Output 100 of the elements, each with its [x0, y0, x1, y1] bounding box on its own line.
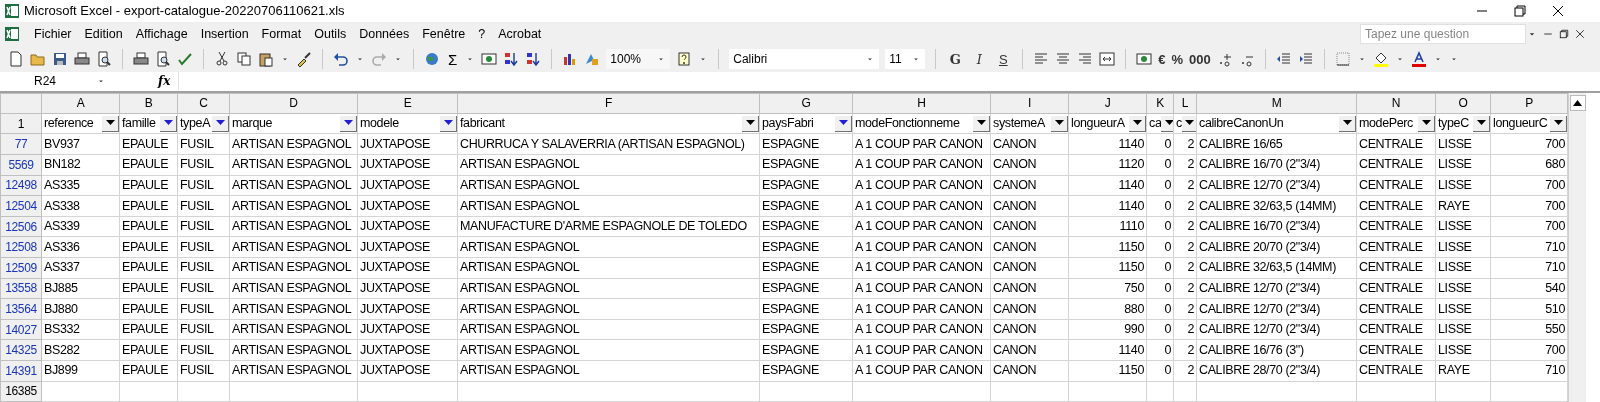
column-header[interactable]: G: [759, 93, 853, 114]
column-header[interactable]: J: [1068, 93, 1147, 114]
row-header[interactable]: 14325: [0, 339, 42, 361]
column-header[interactable]: P: [1490, 93, 1568, 114]
filter-dropdown-button[interactable]: [212, 115, 229, 132]
decrease-indent-icon[interactable]: [1275, 51, 1292, 67]
column-header[interactable]: I: [990, 93, 1069, 114]
bold-button[interactable]: G: [946, 52, 965, 66]
help-icon[interactable]: [676, 51, 693, 67]
menu-item[interactable]: Acrobat: [492, 22, 548, 46]
row-header[interactable]: 14391: [0, 360, 42, 382]
row-header[interactable]: 12504: [0, 195, 42, 217]
copy-icon[interactable]: [236, 51, 252, 67]
filter-dropdown-button[interactable]: [102, 115, 119, 132]
menu-item[interactable]: Outils: [308, 22, 353, 46]
undo-icon[interactable]: [333, 51, 349, 67]
row-header[interactable]: 12509: [0, 257, 42, 279]
column-header[interactable]: E: [357, 93, 458, 114]
font-size-dropdown[interactable]: 11: [885, 49, 926, 69]
function-button[interactable]: fx: [158, 72, 171, 90]
align-center-icon[interactable]: [1055, 51, 1072, 67]
save-icon[interactable]: [52, 51, 68, 67]
scroll-up-button[interactable]: [1569, 95, 1586, 111]
vertical-scrollbar[interactable]: [1568, 93, 1586, 402]
menu-item[interactable]: Edition: [78, 22, 129, 46]
row-header[interactable]: 12498: [0, 175, 42, 196]
filter-dropdown-button[interactable]: [1473, 115, 1490, 132]
column-header[interactable]: M: [1196, 93, 1357, 114]
filter-dropdown-button[interactable]: [160, 115, 177, 132]
align-right-icon[interactable]: [1077, 51, 1094, 67]
row-header[interactable]: 1: [0, 113, 42, 134]
close-icon[interactable]: [1550, 3, 1566, 19]
menu-item[interactable]: Données: [353, 22, 416, 46]
new-document-icon[interactable]: [8, 51, 24, 67]
filter-dropdown-button[interactable]: [1181, 115, 1196, 132]
globe-icon[interactable]: [424, 51, 440, 67]
name-box[interactable]: R24: [0, 72, 110, 90]
filter-dropdown-button[interactable]: [742, 115, 759, 132]
help-search-field[interactable]: Tapez une question: [1360, 24, 1526, 44]
currency-convert-icon[interactable]: [481, 51, 498, 67]
euro-button[interactable]: €: [1158, 52, 1166, 66]
autosum-button[interactable]: Σ: [446, 51, 460, 67]
font-dropdown[interactable]: Calibri: [729, 49, 880, 69]
italic-button[interactable]: I: [970, 52, 989, 66]
menu-item[interactable]: Affichage: [129, 22, 194, 46]
increase-indent-icon[interactable]: [1297, 51, 1314, 67]
filter-dropdown-button[interactable]: [1161, 115, 1173, 132]
row-header[interactable]: 16385: [0, 381, 42, 402]
menu-item[interactable]: ?: [472, 22, 492, 46]
row-header[interactable]: 13558: [0, 278, 42, 299]
align-left-icon[interactable]: [1033, 51, 1050, 67]
sort-ascending-icon[interactable]: [503, 51, 520, 67]
filter-dropdown-button[interactable]: [1550, 115, 1567, 132]
column-header[interactable]: O: [1435, 93, 1491, 114]
column-header[interactable]: B: [119, 93, 178, 114]
sort-descending-icon[interactable]: [525, 51, 542, 67]
restore-icon[interactable]: [1558, 28, 1570, 40]
row-header[interactable]: 12506: [0, 216, 42, 237]
borders-icon[interactable]: [1334, 51, 1351, 67]
print-preview-icon[interactable]: [155, 51, 171, 67]
filter-dropdown-button[interactable]: [973, 115, 990, 132]
filter-dropdown-button[interactable]: [1129, 115, 1146, 132]
column-header[interactable]: A: [41, 93, 120, 114]
workbook-icon[interactable]: [4, 26, 20, 42]
open-folder-icon[interactable]: [30, 51, 46, 67]
preview-icon[interactable]: [96, 51, 112, 67]
row-header[interactable]: 12508: [0, 236, 42, 258]
merge-center-icon[interactable]: [1099, 51, 1116, 67]
filter-dropdown-button[interactable]: [340, 115, 357, 132]
row-header[interactable]: 77: [0, 133, 42, 155]
spell-check-icon[interactable]: [177, 51, 193, 67]
row-header[interactable]: 5569: [0, 154, 42, 176]
filter-dropdown-button[interactable]: [1051, 115, 1068, 132]
menu-item[interactable]: Insertion: [194, 22, 255, 46]
filter-dropdown-button[interactable]: [1339, 115, 1356, 132]
clipboard-icon[interactable]: [258, 51, 274, 67]
scissors-icon[interactable]: [214, 51, 230, 67]
close-icon[interactable]: [1574, 28, 1586, 40]
font-color-icon[interactable]: [1410, 51, 1427, 67]
menu-item[interactable]: Fenêtre: [416, 22, 472, 46]
column-header[interactable]: H: [852, 93, 991, 114]
restore-icon[interactable]: [1512, 3, 1528, 19]
printer-icon[interactable]: [133, 51, 149, 67]
column-header[interactable]: F: [457, 93, 760, 114]
row-header[interactable]: 13564: [0, 298, 42, 320]
brush-icon[interactable]: [296, 51, 312, 67]
fill-color-icon[interactable]: [1372, 51, 1389, 67]
filter-dropdown-button[interactable]: [1418, 115, 1435, 132]
zoom-dropdown[interactable]: 100%: [606, 49, 671, 69]
filter-dropdown-button[interactable]: [835, 115, 852, 132]
filter-dropdown-button[interactable]: [440, 115, 457, 132]
column-header[interactable]: N: [1356, 93, 1436, 114]
row-header[interactable]: 14027: [0, 319, 42, 340]
strikethrough-button[interactable]: S: [994, 52, 1013, 66]
column-header[interactable]: D: [229, 93, 358, 114]
money-icon[interactable]: [1136, 51, 1153, 67]
menu-item[interactable]: Format: [255, 22, 308, 46]
thousands-button[interactable]: 000: [1189, 52, 1211, 66]
column-header[interactable]: L: [1173, 93, 1197, 114]
column-header[interactable]: C: [177, 93, 230, 114]
